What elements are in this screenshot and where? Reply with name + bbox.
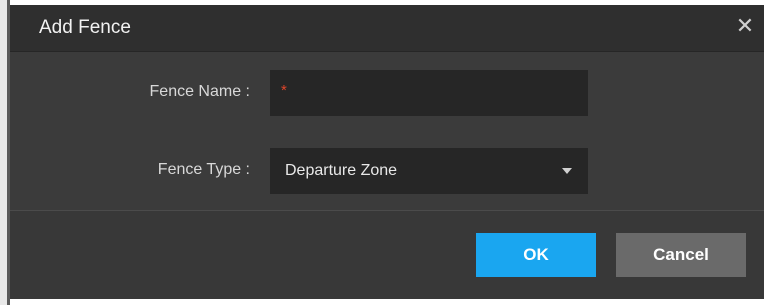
required-mark: *	[281, 82, 287, 99]
ok-button[interactable]: OK	[476, 233, 596, 277]
background-panel	[0, 0, 10, 305]
fence-type-selected-value: Departure Zone	[285, 162, 398, 179]
dialog-footer: OK Cancel	[10, 211, 764, 299]
chevron-down-icon	[562, 168, 572, 174]
dialog-header: Add Fence ✕	[10, 5, 764, 52]
screen: Add Fence ✕ Fence Name : * Fence Type : …	[0, 0, 766, 305]
close-icon[interactable]: ✕	[734, 15, 756, 37]
dialog-body: Fence Name : * Fence Type : Departure Zo…	[10, 52, 764, 210]
cancel-button[interactable]: Cancel	[616, 233, 746, 277]
fence-name-input[interactable]: *	[270, 70, 588, 116]
fence-name-label: Fence Name :	[149, 83, 250, 100]
fence-type-select[interactable]: Departure Zone	[270, 148, 588, 194]
add-fence-dialog: Add Fence ✕ Fence Name : * Fence Type : …	[10, 5, 764, 299]
dialog-title: Add Fence	[39, 17, 131, 38]
fence-type-label: Fence Type :	[157, 161, 250, 178]
